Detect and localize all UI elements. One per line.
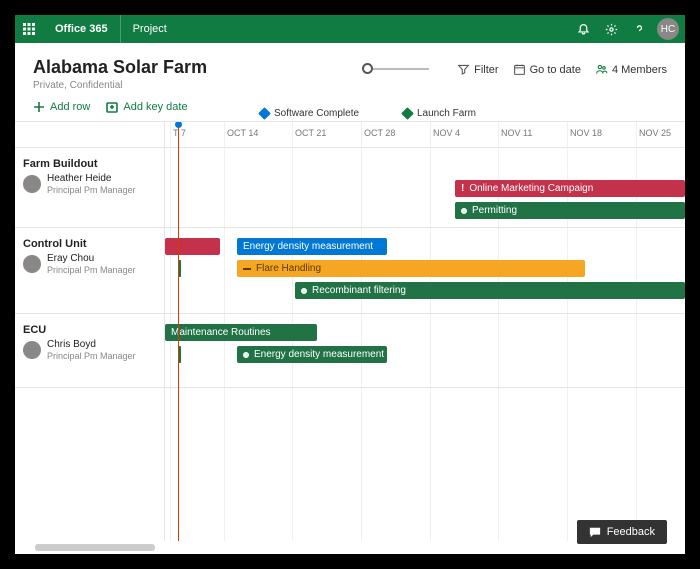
task-bar[interactable]: Permitting [455, 202, 685, 219]
app-launcher-icon[interactable] [15, 15, 43, 43]
help-icon[interactable] [625, 15, 653, 43]
status-dot-icon [243, 352, 249, 358]
diamond-icon [401, 107, 414, 120]
task-bar[interactable]: Flare Handling [237, 260, 585, 277]
owner-name: Heather Heide [47, 173, 136, 185]
task-label: Energy density measurement [254, 349, 384, 360]
owner-role: Principal Pm Manager [47, 351, 136, 362]
add-row-button[interactable]: Add row [33, 101, 90, 113]
members-icon [595, 63, 608, 76]
milestone[interactable]: Software Complete [260, 108, 359, 119]
suite-brand[interactable]: Office 365 [43, 15, 121, 43]
diamond-icon [258, 107, 271, 120]
task-bar[interactable]: Recombinant filtering [295, 282, 685, 299]
suite-header: Office 365 Project HC [15, 15, 685, 43]
goto-date-button[interactable]: Go to date [513, 63, 581, 76]
feedback-button[interactable]: Feedback [577, 520, 667, 544]
zoom-slider[interactable] [362, 63, 429, 74]
task-label: Energy density measurement [243, 241, 373, 252]
section-name: Control Unit [15, 228, 164, 253]
key-date-icon [106, 101, 118, 113]
project-subtitle: Private, Confidential [33, 80, 207, 91]
task-bar[interactable]: Energy density measurement [237, 238, 387, 255]
lane: Energy density measurement Flare Handling… [165, 228, 685, 314]
section-owner[interactable]: Chris BoydPrincipal Pm Manager [15, 339, 164, 366]
project-title: Alabama Solar Farm [33, 57, 207, 78]
milestone[interactable]: Launch Farm [403, 108, 476, 119]
app-name: Project [121, 15, 179, 43]
notifications-icon[interactable] [569, 15, 597, 43]
status-dot-icon [461, 208, 467, 214]
task-bar[interactable]: Maintenance Routines [165, 324, 317, 341]
owner-role: Principal Pm Manager [47, 265, 136, 276]
avatar-icon [23, 175, 41, 193]
section-header[interactable]: Control UnitEray ChouPrincipal Pm Manage… [15, 228, 164, 314]
settings-icon[interactable] [597, 15, 625, 43]
members-button[interactable]: 4 Members [595, 63, 667, 76]
section-owner[interactable]: Heather HeidePrincipal Pm Manager [15, 173, 164, 200]
avatar-icon [23, 255, 41, 273]
status-dot-icon [301, 288, 307, 294]
filter-icon [457, 63, 470, 76]
alert-icon: ! [461, 183, 464, 194]
timeline: Software CompleteLaunch Farm Farm Buildo… [15, 121, 685, 541]
chat-icon [589, 526, 601, 538]
gantt-lanes[interactable]: ! Online Marketing Campaign Permitting Ener… [165, 148, 685, 541]
section-owner[interactable]: Eray ChouPrincipal Pm Manager [15, 253, 164, 280]
task-label: Maintenance Routines [171, 327, 271, 338]
today-marker [178, 122, 179, 541]
section-name: ECU [15, 314, 164, 339]
avatar-icon [23, 341, 41, 359]
owner-name: Chris Boyd [47, 339, 136, 351]
filter-button[interactable]: Filter [457, 63, 498, 76]
milestone-label: Software Complete [274, 108, 359, 119]
task-bar[interactable] [165, 238, 220, 255]
task-bar[interactable]: ! Online Marketing Campaign [455, 180, 685, 197]
task-label: Online Marketing Campaign [469, 183, 593, 194]
owner-role: Principal Pm Manager [47, 185, 136, 196]
project-header: Alabama Solar Farm Private, Confidential… [15, 43, 685, 97]
section-header[interactable]: ECUChris BoydPrincipal Pm Manager [15, 314, 164, 388]
lane: Maintenance Routines Energy density measu… [165, 314, 685, 388]
section-header[interactable]: Farm BuildoutHeather HeidePrincipal Pm M… [15, 148, 164, 228]
task-label: Permitting [472, 205, 517, 216]
section-name: Farm Buildout [15, 148, 164, 173]
task-label: Recombinant filtering [312, 285, 406, 296]
horizontal-scrollbar[interactable] [35, 544, 155, 551]
milestone-label: Launch Farm [417, 108, 476, 119]
user-avatar[interactable]: HC [657, 18, 679, 40]
calendar-icon [513, 63, 526, 76]
task-label: Flare Handling [256, 263, 321, 274]
owner-name: Eray Chou [47, 253, 136, 265]
task-bar[interactable]: Energy density measurement [237, 346, 387, 363]
lane: ! Online Marketing Campaign Permitting [165, 148, 685, 228]
status-dash-icon [243, 268, 251, 270]
plus-icon [33, 101, 45, 113]
row-headers: Farm BuildoutHeather HeidePrincipal Pm M… [15, 122, 165, 541]
